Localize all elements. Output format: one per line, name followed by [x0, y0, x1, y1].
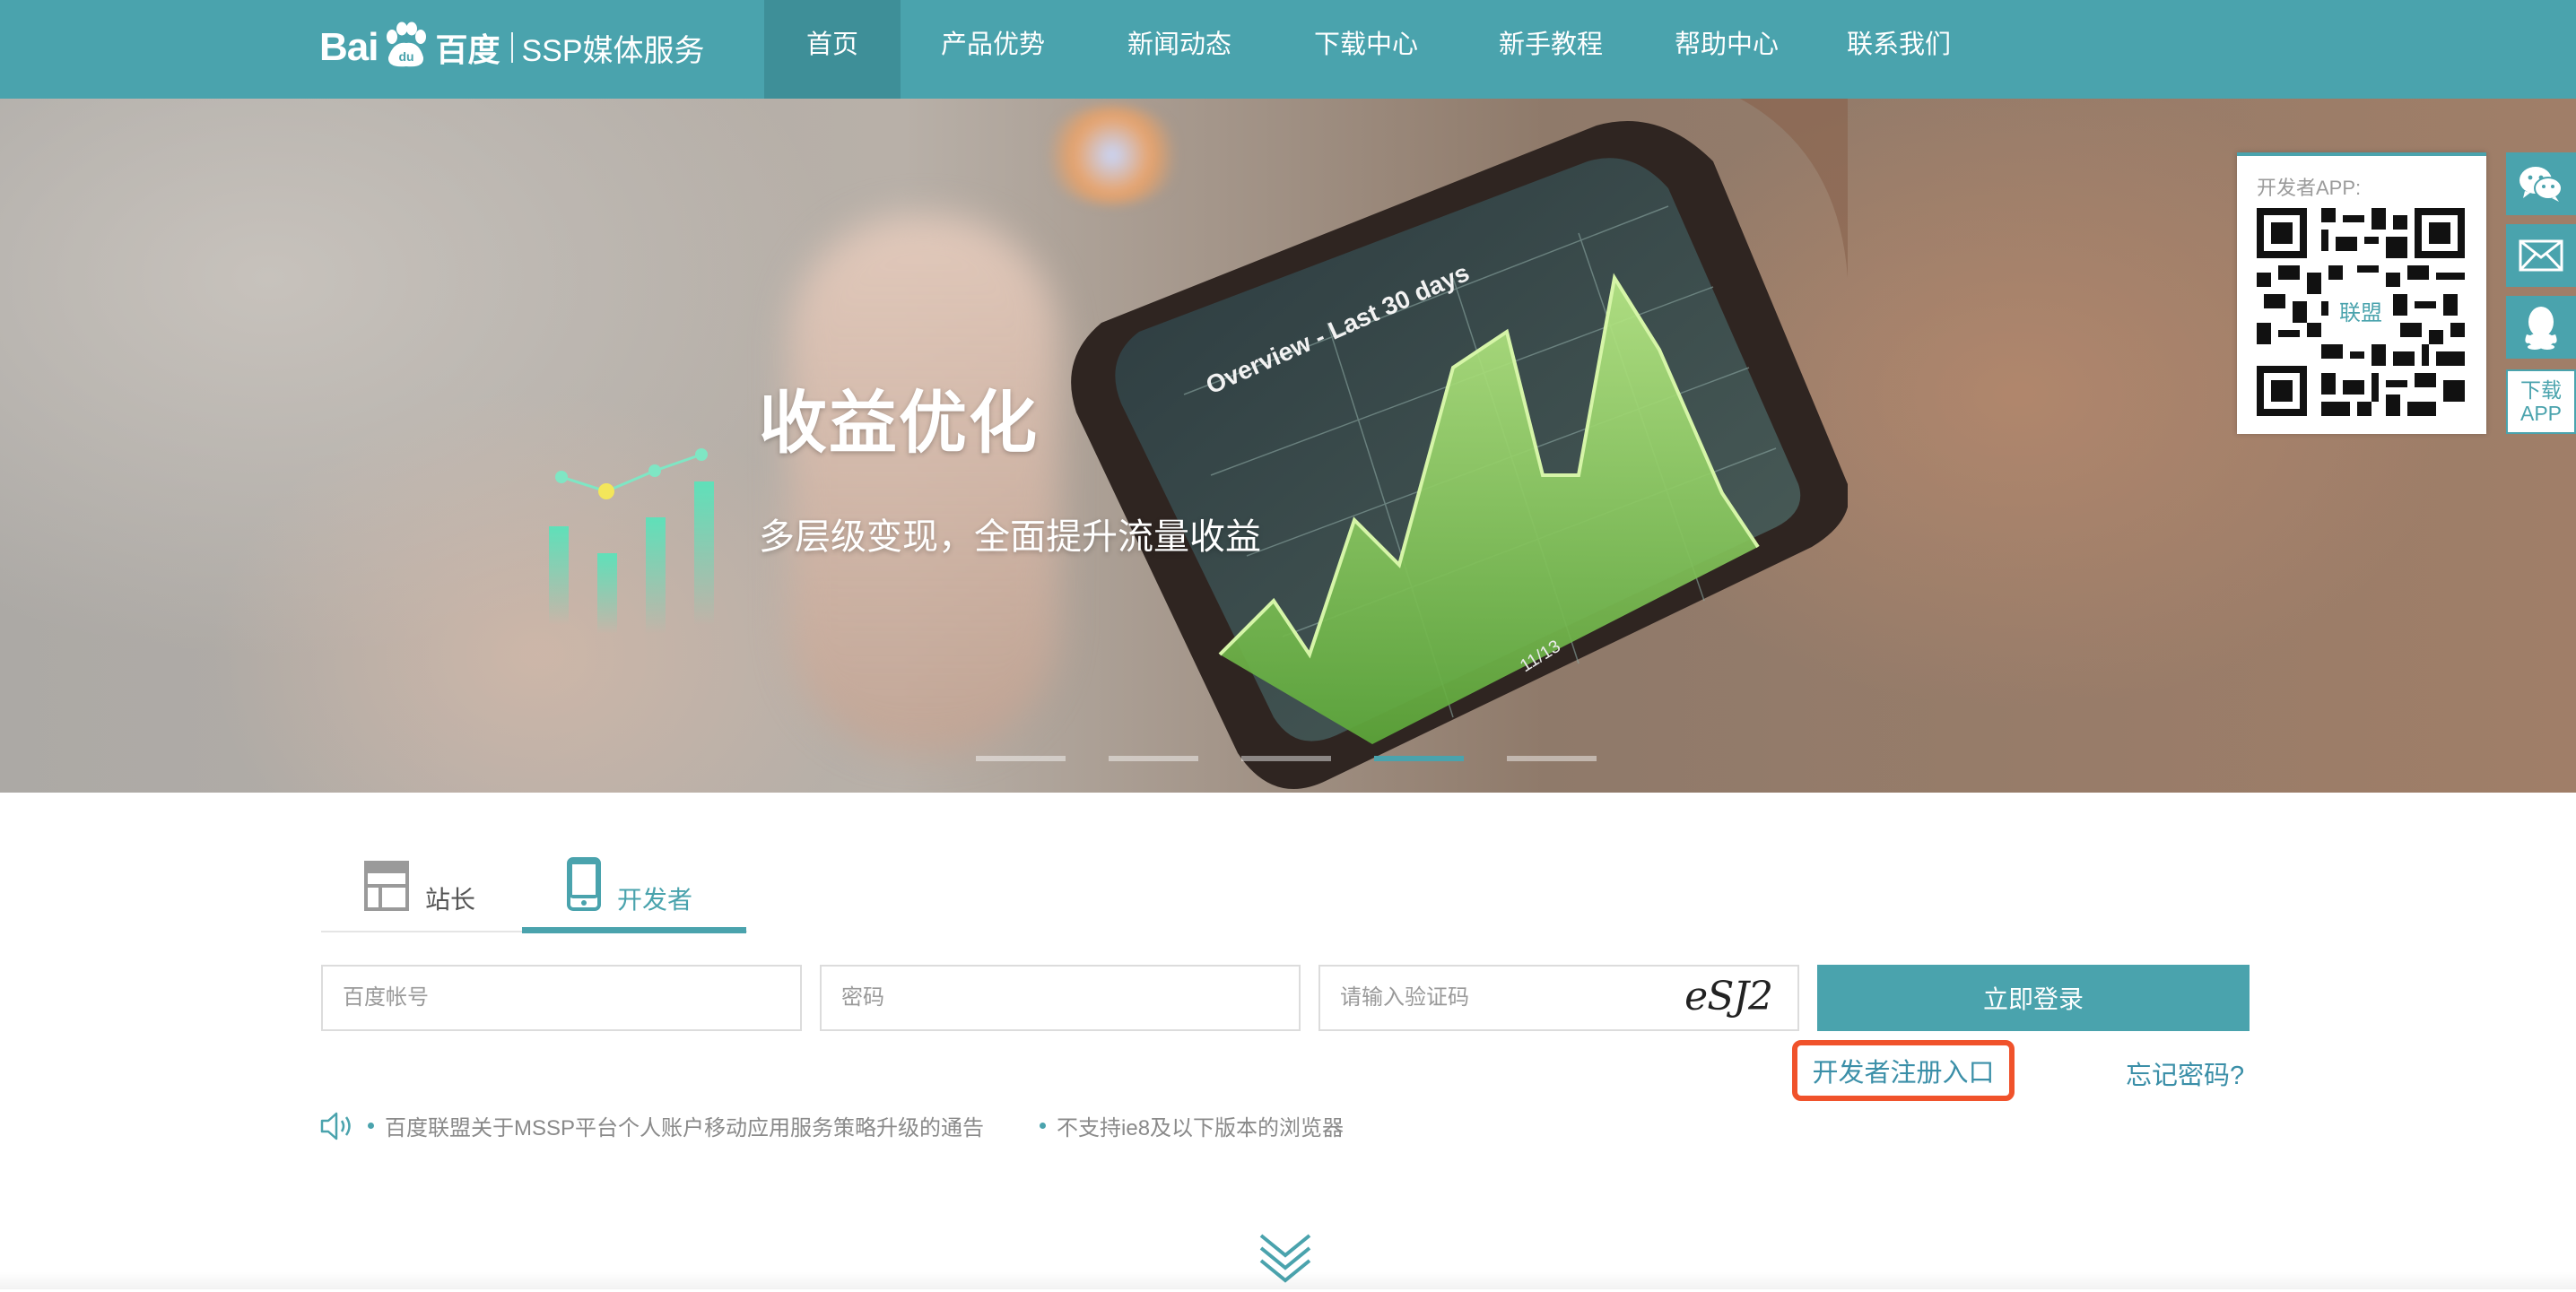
tab-webmaster-label: 站长 [425, 886, 476, 914]
carousel-dot-5[interactable] [1507, 756, 1597, 761]
carousel-dot-4[interactable] [1374, 756, 1464, 761]
download-app-button[interactable]: 下载 APP [2506, 369, 2576, 434]
carousel-dot-2[interactable] [1109, 756, 1198, 761]
login-role-tabs: 站长 开发者 [321, 850, 1353, 934]
notice-item-2[interactable]: 不支持ie8及以下版本的浏览器 [1029, 1110, 1344, 1141]
qr-label: 开发者APP: [2257, 177, 2362, 199]
wechat-button[interactable] [2506, 152, 2576, 215]
slide-title: 收益优化 [759, 386, 1039, 462]
qq-button[interactable] [2506, 296, 2576, 359]
mobile-icon [567, 857, 601, 911]
account-input[interactable] [323, 967, 800, 1029]
logo-divider [510, 32, 513, 63]
notice-text-1: 百度联盟关于MSSP平台个人账户移动应用服务策略升级的通告 [385, 1116, 985, 1140]
captcha-image[interactable]: eSJ2 [1684, 974, 1773, 1019]
captcha-field[interactable]: eSJ2 [1318, 965, 1799, 1031]
qr-center-logo: 联盟 [2339, 301, 2382, 325]
logo-text-bai: Bai [319, 25, 379, 69]
top-nav-bar: Bai du 百度 SSP媒体服务 首页 产品优势 新闻动态 下载中心 新手教程… [0, 0, 2576, 99]
notice-bullet [1040, 1123, 1047, 1129]
baidu-logo[interactable]: Bai du 百度 SSP媒体服务 [319, 7, 705, 88]
growth-chart-icon [549, 448, 714, 634]
notice-item-1[interactable]: 百度联盟关于MSSP平台个人账户移动应用服务策略升级的通告 [357, 1110, 984, 1141]
baidu-paw-icon: du [381, 22, 430, 74]
webmaster-icon [364, 861, 409, 911]
password-input[interactable] [822, 967, 1299, 1029]
nav-item-downloads[interactable]: 下载中心 [1274, 0, 1458, 99]
developer-register-link[interactable]: 开发者注册入口 [1792, 1040, 2015, 1101]
slide-subtitle: 多层级变现，全面提升流量收益 [759, 517, 1261, 557]
carousel-dot-1[interactable] [976, 756, 1066, 761]
mail-icon [2519, 239, 2563, 272]
slide-caption: 收益优化 多层级变现，全面提升流量收益 [759, 368, 1261, 559]
download-app-label-2: APP [2519, 402, 2563, 425]
carousel-indicators [976, 756, 1640, 761]
logo-du-text: du [399, 49, 414, 64]
account-field[interactable] [321, 965, 802, 1031]
active-tab-indicator [522, 927, 746, 933]
forgot-password-link[interactable]: 忘记密码? [2126, 1054, 2244, 1092]
tab-developer[interactable]: 开发者 [567, 850, 692, 934]
logo-text-baidu: 百度 [435, 31, 500, 68]
notice-bar: 百度联盟关于MSSP平台个人账户移动应用服务策略升级的通告 不支持ie8及以下版… [319, 1110, 1344, 1141]
notice-bullet [368, 1123, 374, 1129]
login-button[interactable]: 立即登录 [1817, 965, 2250, 1031]
page-bottom-shadow [0, 1271, 2576, 1289]
nav-item-tutorials[interactable]: 新手教程 [1458, 0, 1643, 99]
product-name: SSP媒体服务 [521, 33, 705, 68]
email-button[interactable] [2506, 224, 2576, 287]
carousel-dot-3[interactable] [1241, 756, 1331, 761]
main-nav: 首页 产品优势 新闻动态 下载中心 新手教程 帮助中心 联系我们 [764, 0, 1988, 99]
nav-item-help[interactable]: 帮助中心 [1643, 0, 1810, 99]
nav-item-home[interactable]: 首页 [764, 0, 901, 99]
wechat-icon [2519, 167, 2563, 202]
qr-code: 联盟 [2257, 208, 2465, 416]
nav-item-product-advantages[interactable]: 产品优势 [901, 0, 1085, 99]
hero-banner[interactable]: Overview - Last 30 days 11/13 收益优化 多层级变现… [0, 99, 2576, 793]
speaker-icon [320, 1112, 351, 1140]
nav-item-contact[interactable]: 联系我们 [1810, 0, 1988, 99]
nav-item-news[interactable]: 新闻动态 [1085, 0, 1274, 99]
qq-icon [2525, 307, 2557, 350]
tab-developer-label: 开发者 [617, 886, 693, 914]
notice-text-2: 不支持ie8及以下版本的浏览器 [1057, 1116, 1345, 1140]
download-app-label-1: 下载 [2520, 378, 2562, 402]
tab-webmaster[interactable]: 站长 [364, 850, 475, 934]
password-field[interactable] [820, 965, 1301, 1031]
developer-app-qr-card: 开发者APP: 联盟 [2237, 152, 2486, 434]
